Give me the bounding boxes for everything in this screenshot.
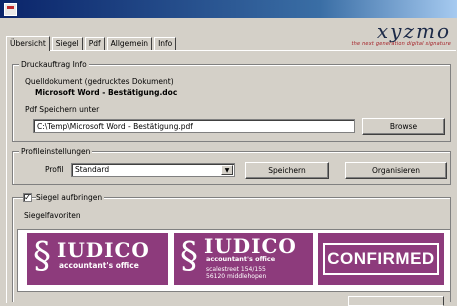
seal-name: IUDICO xyxy=(57,238,150,262)
title-bar[interactable] xyxy=(0,0,457,18)
tab-allgemein[interactable]: Allgemein xyxy=(106,37,153,50)
organisieren-button[interactable]: Organisieren xyxy=(345,162,447,179)
seal-confirmed[interactable]: CONFIRMED xyxy=(318,233,444,285)
profil-value: Standard xyxy=(75,165,110,174)
tab-info[interactable]: Info xyxy=(154,37,177,50)
paragraph-icon: § xyxy=(33,236,51,277)
seal-subtitle: accountant's office xyxy=(206,255,276,263)
profil-label: Profil xyxy=(45,165,64,174)
profile-legend: Profileinstellungen xyxy=(19,146,93,157)
profil-select[interactable]: Standard ▼ xyxy=(71,163,235,177)
logo-tagline: the next generation digital signature xyxy=(351,41,451,47)
seal-address-line-2: 56120 middlehopen xyxy=(206,273,267,280)
seal-subtitle: accountant's office xyxy=(59,261,139,270)
seal-iudico[interactable]: § IUDICO accountant's office xyxy=(27,233,168,285)
speichern-button[interactable]: Speichern xyxy=(245,162,329,179)
tab-bar: Übersicht Siegel Pdf Allgemein Info xyxy=(6,36,178,51)
tab-siegel[interactable]: Siegel xyxy=(51,37,83,50)
app-icon xyxy=(4,3,17,16)
source-document-value: Microsoft Word - Bestätigung.doc xyxy=(35,88,178,97)
siegel-checkbox-label: Siegel aufbringen xyxy=(36,193,105,203)
siegel-favorites-label: Siegelfavoriten xyxy=(24,211,81,220)
siegel-checkbox[interactable]: ✓ xyxy=(23,193,32,202)
chevron-down-icon[interactable]: ▼ xyxy=(221,165,233,175)
partial-button[interactable] xyxy=(348,296,444,306)
seal-name: IUDICO xyxy=(204,234,297,258)
seal-iudico-address[interactable]: § IUDICO accountant's office scalestreet… xyxy=(174,233,313,285)
seal-address-line-1: scalestreet 154/155 xyxy=(206,266,266,273)
logo-brand: xyzmo xyxy=(376,19,451,43)
druckauftrag-legend: Druckauftrag Info xyxy=(19,59,89,70)
tab-pdf[interactable]: Pdf xyxy=(84,37,105,50)
seal-favorites-list: § IUDICO accountant's office § IUDICO ac… xyxy=(17,229,451,292)
pdf-path-input[interactable]: C:\Temp\Microsoft Word - Bestätigung.pdf xyxy=(33,119,355,133)
source-document-label: Quelldokument (gedrucktes Dokument) xyxy=(25,77,174,86)
paragraph-icon: § xyxy=(180,236,198,277)
tab-uebersicht[interactable]: Übersicht xyxy=(6,36,50,51)
pdf-save-label: Pdf Speichern unter xyxy=(25,105,100,114)
xyzmo-logo: xyzmo the next generation digital signat… xyxy=(351,21,451,47)
browse-button[interactable]: Browse xyxy=(362,118,445,135)
confirmed-stamp: CONFIRMED xyxy=(323,243,439,275)
